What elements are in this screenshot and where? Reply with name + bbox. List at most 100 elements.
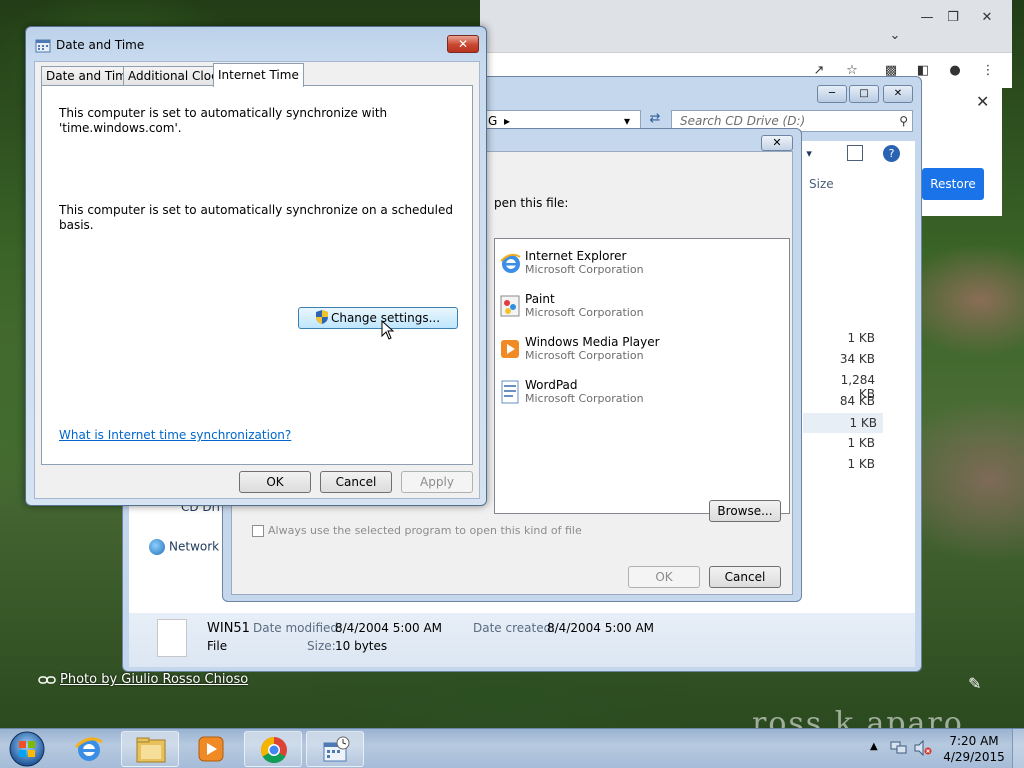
search-icon: ⚲ xyxy=(899,114,908,128)
show-desktop-button[interactable] xyxy=(1012,729,1024,768)
details-type: File xyxy=(207,639,228,653)
size-label: Size: xyxy=(307,639,336,653)
cancel-button[interactable]: Cancel xyxy=(320,471,392,493)
size-cell: 1 KB xyxy=(847,436,875,450)
program-company: Microsoft Corporation xyxy=(525,392,644,405)
program-company: Microsoft Corporation xyxy=(525,263,644,276)
network-status-icon[interactable] xyxy=(890,740,908,756)
browse-button[interactable]: Browse... xyxy=(709,500,781,522)
details-filename: WIN51 xyxy=(207,621,250,636)
popup-close-icon[interactable]: ✕ xyxy=(976,92,989,111)
open-with-prompt: pen this file: xyxy=(494,196,569,210)
chrome-window: — ❐ ✕ ⌄ ↗ ☆ ▩ ◧ ● ⋮ xyxy=(480,0,1012,88)
minimize-icon[interactable]: ─ xyxy=(817,85,847,103)
tab-search-icon[interactable]: ⌄ xyxy=(884,25,906,47)
always-use-label: Always use the selected program to open … xyxy=(268,524,582,537)
taskbar-date-time[interactable] xyxy=(306,731,364,767)
program-item-internet-explorer[interactable]: Internet Explorer Microsoft Corporation xyxy=(499,247,779,283)
clock-time: 7:20 AM xyxy=(949,734,999,748)
network-icon xyxy=(149,539,165,555)
dialog-body: Date and Time Additional Clocks Internet… xyxy=(34,61,480,499)
edit-pencil-icon[interactable]: ✎ xyxy=(968,674,981,693)
size-value: 10 bytes xyxy=(335,639,388,653)
size-cell: 34 KB xyxy=(839,352,875,366)
sync-schedule-text: This computer is set to automatically sy… xyxy=(59,203,453,232)
minimize-icon[interactable]: — xyxy=(916,7,938,29)
taskbar-media-player[interactable] xyxy=(182,731,240,767)
close-button[interactable]: ✕ xyxy=(447,35,479,53)
sync-server-text: This computer is set to automatically sy… xyxy=(59,106,388,120)
maximize-icon[interactable]: ❐ xyxy=(942,7,964,29)
change-settings-button[interactable]: Change settings... xyxy=(298,307,458,329)
wordpad-icon xyxy=(501,380,519,404)
help-link[interactable]: What is Internet time synchronization? xyxy=(59,428,291,442)
desktop-wallpaper: — ❐ ✕ ⌄ ↗ ☆ ▩ ◧ ● ⋮ ✕ Restore ─ □ ✕ G ▸ … xyxy=(0,0,1024,728)
link-icon xyxy=(38,675,56,684)
file-icon xyxy=(157,619,187,657)
photo-credit-text: Photo by Giulio Rosso Chioso xyxy=(60,672,249,687)
media-player-icon xyxy=(501,340,519,358)
program-name: Paint xyxy=(525,292,555,306)
program-item-paint[interactable]: Paint Microsoft Corporation xyxy=(499,290,779,326)
internet-time-panel: This computer is set to automatically sy… xyxy=(41,85,473,465)
taskbar-internet-explorer[interactable] xyxy=(60,731,118,767)
checkbox-icon xyxy=(252,525,264,537)
menu-icon[interactable]: ⋮ xyxy=(977,60,999,82)
program-list[interactable]: Internet Explorer Microsoft Corporation … xyxy=(494,238,790,514)
size-cell: 1 KB xyxy=(847,331,875,345)
ok-button[interactable]: OK xyxy=(628,566,700,588)
created-value: 8/4/2004 5:00 AM xyxy=(547,621,655,635)
preview-pane-icon[interactable] xyxy=(847,145,863,161)
modified-label: Date modified: xyxy=(253,621,343,635)
address-text: G xyxy=(488,114,498,128)
taskbar-explorer[interactable] xyxy=(121,731,179,767)
profile-icon[interactable]: ● xyxy=(944,60,966,82)
paint-icon xyxy=(500,295,520,317)
taskbar-clock[interactable]: 7:20 AM 4/29/2015 xyxy=(938,733,1010,765)
wallpaper-watermark: ross k aparo xyxy=(752,706,964,728)
close-icon[interactable]: ✕ xyxy=(976,7,998,29)
program-name: WordPad xyxy=(525,378,578,392)
details-pane: WIN51 File Date modified: 8/4/2004 5:00 … xyxy=(129,613,915,667)
start-button[interactable] xyxy=(4,730,50,768)
size-cell: 84 KB xyxy=(839,394,875,408)
internet-explorer-icon xyxy=(74,737,103,761)
clock-date: 4/29/2015 xyxy=(943,750,1005,764)
size-cell: 1 KB xyxy=(847,457,875,471)
cancel-button[interactable]: Cancel xyxy=(709,566,781,588)
restore-button[interactable]: Restore xyxy=(922,168,984,200)
apply-button[interactable]: Apply xyxy=(401,471,473,493)
show-hidden-icons-icon[interactable]: ▲ xyxy=(870,741,878,752)
taskbar: ▲ 7:20 AM 4/29/2015 xyxy=(0,728,1024,768)
close-icon[interactable]: ✕ xyxy=(883,85,913,103)
media-player-icon xyxy=(198,736,224,762)
program-name: Internet Explorer xyxy=(525,249,627,263)
internet-explorer-icon xyxy=(500,253,521,273)
size-column-header[interactable]: Size xyxy=(809,177,834,191)
ok-button[interactable]: OK xyxy=(239,471,311,493)
close-icon[interactable]: ✕ xyxy=(761,135,793,151)
photo-credit-link[interactable]: Photo by Giulio Rosso Chioso xyxy=(38,672,248,687)
nav-network[interactable]: Network xyxy=(149,539,219,555)
taskbar-chrome[interactable] xyxy=(244,731,302,767)
help-icon[interactable]: ? xyxy=(883,145,900,162)
sync-server-name: 'time.windows.com'. xyxy=(59,121,182,135)
calendar-clock-icon xyxy=(323,736,350,762)
maximize-icon[interactable]: □ xyxy=(849,85,879,103)
program-item-windows-media-player[interactable]: Windows Media Player Microsoft Corporati… xyxy=(499,333,779,369)
mouse-cursor-icon xyxy=(381,320,395,340)
volume-muted-icon[interactable] xyxy=(914,740,932,756)
size-cell-selected[interactable]: 1 KB xyxy=(803,413,883,433)
calendar-clock-icon xyxy=(35,39,51,53)
modified-value: 8/4/2004 5:00 AM xyxy=(335,621,443,635)
nav-network-label: Network xyxy=(169,539,220,554)
created-label: Date created: xyxy=(473,621,556,635)
tab-internet-time[interactable]: Internet Time xyxy=(213,63,304,87)
program-name: Windows Media Player xyxy=(525,335,660,349)
dialog-title: Date and Time xyxy=(56,38,145,52)
program-company: Microsoft Corporation xyxy=(525,349,644,362)
program-item-wordpad[interactable]: WordPad Microsoft Corporation xyxy=(499,376,779,412)
date-time-dialog: Date and Time ✕ Date and Time Additional… xyxy=(25,26,487,506)
always-use-checkbox[interactable]: Always use the selected program to open … xyxy=(252,524,582,537)
program-company: Microsoft Corporation xyxy=(525,306,644,319)
